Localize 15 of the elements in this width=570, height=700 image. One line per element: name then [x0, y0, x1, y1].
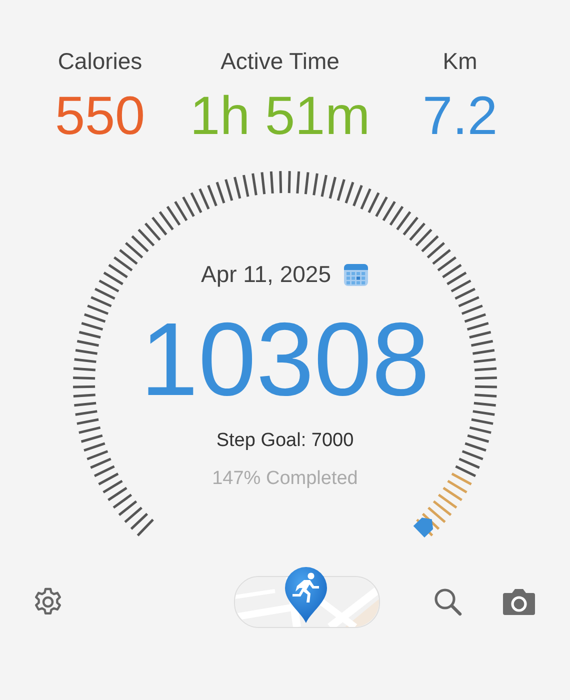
search-icon[interactable] — [432, 586, 464, 618]
stat-value: 7.2 — [422, 85, 498, 148]
step-count: 10308 — [140, 301, 430, 420]
completion-label: 147% Completed — [212, 468, 358, 490]
date-label: Apr 11, 2025 — [200, 261, 331, 288]
progress-thumb — [413, 518, 434, 538]
stat-label: Km — [442, 47, 478, 76]
stat-label: Active Time — [220, 47, 340, 76]
stat-value: 550 — [54, 85, 146, 148]
stat-value: 1h 51m — [190, 85, 370, 148]
camera-icon[interactable] — [502, 587, 536, 617]
step-goal: Step Goal: 7000 — [216, 430, 354, 452]
calendar-icon[interactable] — [343, 262, 369, 288]
stat-label: Calories — [58, 47, 142, 76]
runner-pin-icon[interactable] — [283, 566, 329, 624]
